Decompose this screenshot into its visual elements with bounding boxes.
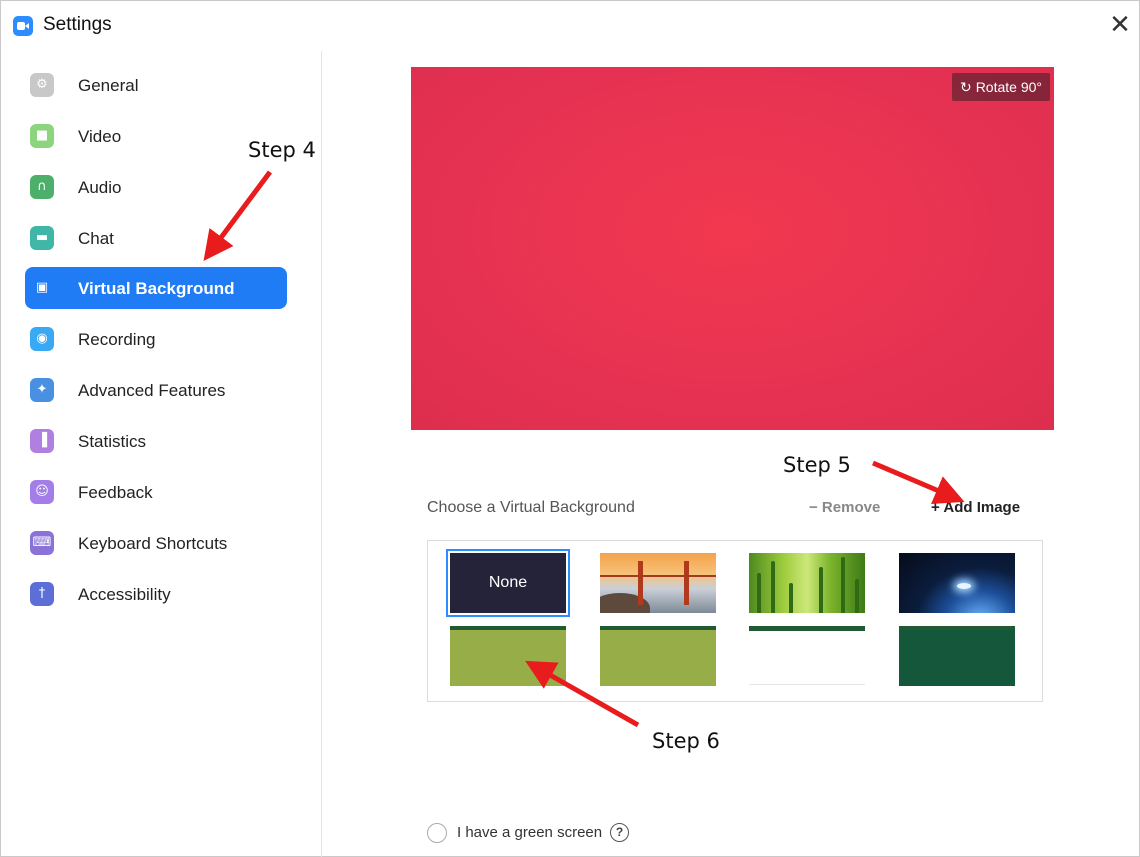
sidebar-item-label: Accessibility: [78, 585, 171, 604]
sparkle-icon: ✦: [30, 378, 54, 402]
background-thumb-custom-3[interactable]: [749, 626, 865, 686]
background-thumb-earth[interactable]: [899, 553, 1015, 613]
sidebar-item-statistics[interactable]: ▐ Statistics: [25, 420, 287, 462]
accessibility-icon: †: [30, 582, 54, 606]
video-preview: ↻ Rotate 90°: [411, 67, 1054, 430]
sidebar-item-virtual-background[interactable]: ▣ Virtual Background: [25, 267, 287, 309]
sidebar-item-recording[interactable]: ◉ Recording: [25, 318, 287, 360]
background-thumb-grass[interactable]: [749, 553, 865, 613]
settings-window: Settings ✕ ⚙ General ■ Video ∩ Audio ▬ C…: [0, 0, 1140, 857]
background-thumb-custom-1[interactable]: [450, 626, 566, 686]
annotation-step-5: Step 5: [783, 453, 851, 477]
choose-background-heading: Choose a Virtual Background: [427, 499, 635, 516]
remove-button[interactable]: − Remove: [809, 499, 880, 516]
chat-bubble-icon: ▬: [30, 226, 54, 250]
annotation-step-4: Step 4: [248, 138, 316, 162]
settings-sidebar: ⚙ General ■ Video ∩ Audio ▬ Chat ▣ Virtu…: [1, 51, 322, 857]
sidebar-item-feedback[interactable]: ☺ Feedback: [25, 471, 287, 513]
video-camera-icon: ■: [30, 124, 54, 148]
smiley-icon: ☺: [30, 480, 54, 504]
background-gallery: None: [427, 540, 1043, 702]
headphones-icon: ∩: [30, 175, 54, 199]
zoom-app-icon: [13, 16, 33, 36]
sidebar-item-label: Keyboard Shortcuts: [78, 534, 228, 553]
bar-chart-icon: ▐: [30, 429, 54, 453]
keyboard-icon: ⌨: [30, 531, 54, 555]
arrow-step-5: [872, 460, 965, 504]
rotate-icon: ↻: [959, 80, 972, 96]
sidebar-item-label: Advanced Features: [78, 381, 226, 400]
sidebar-item-label: Recording: [78, 330, 156, 349]
record-icon: ◉: [30, 327, 54, 351]
help-icon[interactable]: ?: [610, 823, 629, 842]
background-thumb-custom-4[interactable]: [899, 626, 1015, 686]
sidebar-item-label: Chat: [78, 229, 114, 248]
annotation-step-6: Step 6: [652, 729, 720, 753]
sidebar-item-label: Statistics: [78, 432, 147, 451]
green-screen-label[interactable]: I have a green screen: [457, 824, 602, 841]
person-card-icon: ▣: [35, 280, 49, 295]
sidebar-item-audio[interactable]: ∩ Audio: [25, 166, 287, 208]
sidebar-item-label: Virtual Background: [78, 279, 235, 298]
title-bar: Settings ✕: [1, 1, 1140, 51]
sidebar-item-chat[interactable]: ▬ Chat: [25, 217, 287, 259]
background-thumb-none[interactable]: None: [446, 549, 570, 617]
green-screen-checkbox[interactable]: [427, 823, 447, 843]
window-title: Settings: [43, 14, 112, 35]
sidebar-item-general[interactable]: ⚙ General: [25, 64, 287, 106]
close-button[interactable]: ✕: [1105, 11, 1135, 41]
rotate-button[interactable]: ↻ Rotate 90°: [951, 73, 1050, 101]
rotate-label: Rotate 90°: [975, 79, 1042, 95]
sidebar-item-label: Feedback: [78, 483, 153, 502]
sidebar-item-advanced-features[interactable]: ✦ Advanced Features: [25, 369, 287, 411]
add-image-button[interactable]: + Add Image: [931, 499, 1020, 516]
sidebar-item-label: Audio: [78, 178, 122, 197]
sidebar-item-label: Video: [78, 127, 122, 146]
sidebar-item-label: General: [78, 76, 139, 95]
background-thumb-custom-2[interactable]: [600, 626, 716, 686]
sidebar-item-keyboard-shortcuts[interactable]: ⌨ Keyboard Shortcuts: [25, 522, 287, 564]
sidebar-item-accessibility[interactable]: † Accessibility: [25, 573, 287, 615]
background-thumb-golden-gate[interactable]: [600, 553, 716, 613]
gear-icon: ⚙: [30, 73, 54, 97]
